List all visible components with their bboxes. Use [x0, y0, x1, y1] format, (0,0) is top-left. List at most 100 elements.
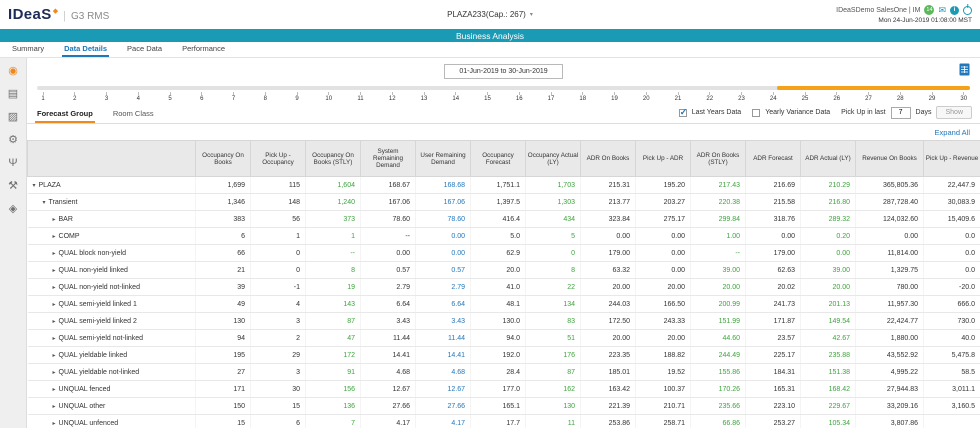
collapse-icon[interactable]: ▾	[33, 183, 36, 189]
tools-icon[interactable]: ⚒	[8, 181, 18, 192]
expand-icon[interactable]: ▸	[53, 251, 56, 257]
column-header[interactable]: Occupancy Actual (LY)	[526, 141, 581, 177]
timeline-day[interactable]: 16	[513, 92, 525, 102]
timeline-day[interactable]: 20	[640, 92, 652, 102]
timeline-day[interactable]: 1	[37, 92, 49, 102]
expand-icon[interactable]: ▸	[53, 319, 56, 325]
expand-icon[interactable]: ▸	[53, 285, 56, 291]
expand-icon[interactable]: ▸	[53, 234, 56, 240]
column-header[interactable]: Revenue On Books	[856, 141, 924, 177]
data-cell[interactable]: 0.00	[416, 245, 471, 262]
timeline-selected-range[interactable]	[777, 86, 970, 90]
yearly-variance-checkbox[interactable]	[752, 109, 760, 117]
show-button[interactable]: Show	[936, 106, 972, 119]
timeline-day[interactable]: 7	[228, 92, 240, 102]
mail-icon[interactable]: ✉	[938, 6, 946, 15]
data-cell[interactable]: 4.68	[416, 364, 471, 381]
timeline-day[interactable]: 14	[450, 92, 462, 102]
column-header[interactable]: Occupancy On Books	[196, 141, 251, 177]
column-header[interactable]: ADR Actual (LY)	[801, 141, 856, 177]
timeline-day[interactable]: 5	[164, 92, 176, 102]
timeline-day[interactable]: 2	[69, 92, 81, 102]
column-header[interactable]: User Remaining Demand	[416, 141, 471, 177]
timeline-day[interactable]: 17	[545, 92, 557, 102]
timeline-day[interactable]: 22	[704, 92, 716, 102]
dining-icon[interactable]: Ψ	[8, 158, 17, 169]
timeline-day[interactable]: 9	[291, 92, 303, 102]
timeline-day[interactable]: 8	[259, 92, 271, 102]
data-cell[interactable]: 0.57	[416, 262, 471, 279]
export-icon[interactable]	[959, 63, 970, 76]
date-range-selector[interactable]: 01-Jun-2019 to 30-Jun-2019	[444, 64, 562, 79]
expand-icon[interactable]: ▸	[53, 404, 56, 410]
data-cell[interactable]: 12.67	[416, 381, 471, 398]
column-header[interactable]: ADR Forecast	[746, 141, 801, 177]
column-header[interactable]: Pick Up - ADR	[636, 141, 691, 177]
column-header[interactable]: ADR On Books (STLY)	[691, 141, 746, 177]
dashboard-icon[interactable]: ◉	[8, 66, 18, 77]
timeline-day[interactable]: 25	[799, 92, 811, 102]
timeline-day[interactable]: 6	[196, 92, 208, 102]
data-cell[interactable]: 11.44	[416, 330, 471, 347]
timeline-day[interactable]: 19	[609, 92, 621, 102]
timeline-day[interactable]: 12	[386, 92, 398, 102]
column-header[interactable]: Occupancy On Books (STLY)	[306, 141, 361, 177]
expand-icon[interactable]: ▸	[53, 370, 56, 376]
timeline-day[interactable]: 13	[418, 92, 430, 102]
data-cell[interactable]: 27.66	[416, 398, 471, 415]
logout-icon[interactable]	[963, 6, 972, 15]
data-cell[interactable]: 0.00	[416, 228, 471, 245]
data-cell[interactable]: 78.60	[416, 211, 471, 228]
timeline-day[interactable]: 3	[101, 92, 113, 102]
timeline-day[interactable]: 27	[863, 92, 875, 102]
column-header[interactable]: Pick Up - Occupancy	[251, 141, 306, 177]
info-icon[interactable]: i	[950, 6, 959, 15]
data-cell[interactable]: 167.06	[416, 194, 471, 211]
data-cell[interactable]: 14.41	[416, 347, 471, 364]
last-years-checkbox[interactable]	[679, 109, 687, 117]
data-cell[interactable]: 4.17	[416, 415, 471, 428]
timeline-day[interactable]: 26	[831, 92, 843, 102]
expand-icon[interactable]: ▸	[53, 353, 56, 359]
expand-all-link[interactable]: Expand All	[935, 128, 970, 137]
column-header[interactable]: ADR On Books	[581, 141, 636, 177]
analytics-icon[interactable]: ▨	[8, 112, 18, 123]
tab-data-details[interactable]: Data Details	[62, 42, 109, 57]
column-header[interactable]: Occupancy Forecast	[471, 141, 526, 177]
timeline-day[interactable]: 21	[672, 92, 684, 102]
timeline-day[interactable]: 18	[577, 92, 589, 102]
expand-icon[interactable]: ▸	[53, 336, 56, 342]
timeline-day[interactable]: 11	[355, 92, 367, 102]
rates-icon[interactable]: ◈	[9, 204, 17, 215]
data-cell[interactable]: 6.64	[416, 296, 471, 313]
column-header[interactable]: System Remaining Demand	[361, 141, 416, 177]
collapse-icon[interactable]: ▾	[43, 200, 46, 206]
data-cell[interactable]: 3.43	[416, 313, 471, 330]
timeline-day[interactable]: 10	[323, 92, 335, 102]
timeline-day[interactable]: 24	[767, 92, 779, 102]
expand-icon[interactable]: ▸	[53, 421, 56, 427]
data-cell[interactable]: 2.79	[416, 279, 471, 296]
reports-icon[interactable]: ▤	[8, 89, 18, 100]
expand-icon[interactable]: ▸	[53, 387, 56, 393]
tab-performance[interactable]: Performance	[180, 42, 227, 57]
expand-icon[interactable]: ▸	[53, 302, 56, 308]
notification-badge[interactable]: 14	[924, 5, 934, 15]
column-header[interactable]: Pick Up - Revenue	[924, 141, 980, 177]
expand-icon[interactable]: ▸	[53, 268, 56, 274]
property-selector[interactable]: PLAZA233(Cap.: 267) ▾	[447, 10, 533, 19]
column-header[interactable]	[28, 141, 196, 177]
data-cell[interactable]: 168.68	[416, 177, 471, 194]
tab-pace-data[interactable]: Pace Data	[125, 42, 164, 57]
timeline-day[interactable]: 30	[958, 92, 970, 102]
timeline-day[interactable]: 28	[894, 92, 906, 102]
subtab-room-class[interactable]: Room Class	[111, 105, 156, 123]
pickup-days-input[interactable]	[891, 107, 911, 119]
timeline-day[interactable]: 29	[926, 92, 938, 102]
timeline-day[interactable]: 23	[736, 92, 748, 102]
expand-icon[interactable]: ▸	[53, 217, 56, 223]
subtab-forecast-group[interactable]: Forecast Group	[35, 105, 95, 123]
timeline-day[interactable]: 15	[482, 92, 494, 102]
settings-icon[interactable]: ⚙	[8, 135, 18, 146]
tab-summary[interactable]: Summary	[10, 42, 46, 57]
